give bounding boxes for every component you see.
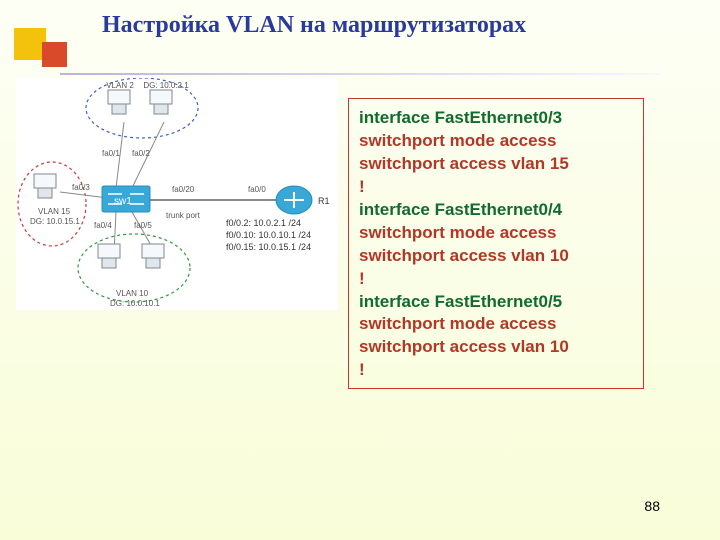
code-line: switchport mode access: [359, 222, 633, 245]
code-line: switchport access vlan 10: [359, 336, 633, 359]
decor-square-red: [42, 42, 67, 67]
code-line: !: [359, 176, 633, 199]
router-label: R1: [318, 196, 330, 206]
svg-text:f0/0.10: 10.0.10.1 /24: f0/0.10: 10.0.10.1 /24: [226, 230, 311, 240]
svg-text:fa0/0: fa0/0: [248, 185, 266, 194]
config-box: interface FastEthernet0/3 switchport mod…: [348, 98, 644, 389]
code-line: interface FastEthernet0/4: [359, 199, 633, 222]
svg-text:DG: 10.0.10.1: DG: 10.0.10.1: [110, 299, 160, 308]
divider: [60, 73, 660, 75]
page-title: Настройка VLAN на маршрутизаторах: [102, 12, 526, 39]
code-line: interface FastEthernet0/5: [359, 291, 633, 314]
svg-text:VLAN 10: VLAN 10: [116, 289, 149, 298]
svg-text:fa0/1: fa0/1: [102, 149, 120, 158]
svg-text:DG: 10.0.15.1: DG: 10.0.15.1: [30, 217, 80, 226]
svg-text:fa0/3: fa0/3: [72, 183, 90, 192]
page-number: 88: [644, 498, 660, 514]
code-line: !: [359, 359, 633, 382]
svg-text:f0/0.15: 10.0.15.1 /24: f0/0.15: 10.0.15.1 /24: [226, 242, 311, 252]
svg-text:fa0/5: fa0/5: [134, 221, 152, 230]
code-line: interface FastEthernet0/3: [359, 107, 633, 130]
svg-text:trunk port: trunk port: [166, 211, 201, 220]
svg-text:fa0/2: fa0/2: [132, 149, 150, 158]
svg-text:VLAN 15: VLAN 15: [38, 207, 71, 216]
code-line: !: [359, 268, 633, 291]
code-line: switchport mode access: [359, 130, 633, 153]
svg-text:DG: 10.0.2.1: DG: 10.0.2.1: [143, 81, 189, 90]
switch-label: sw1: [114, 196, 132, 207]
code-line: switchport access vlan 15: [359, 153, 633, 176]
svg-text:fa0/4: fa0/4: [94, 221, 112, 230]
code-line: switchport access vlan 10: [359, 245, 633, 268]
svg-text:f0/0.2: 10.0.2.1 /24: f0/0.2: 10.0.2.1 /24: [226, 218, 301, 228]
svg-text:VLAN 2: VLAN 2: [106, 81, 134, 90]
code-line: switchport mode access: [359, 313, 633, 336]
network-diagram: sw1 R1 VLAN 2 DG: 10.0.2.1 VLAN 15 DG: 1…: [16, 78, 338, 310]
slide: Настройка VLAN на маршрутизаторах sw1 R1: [0, 0, 720, 540]
svg-text:fa0/20: fa0/20: [172, 185, 195, 194]
